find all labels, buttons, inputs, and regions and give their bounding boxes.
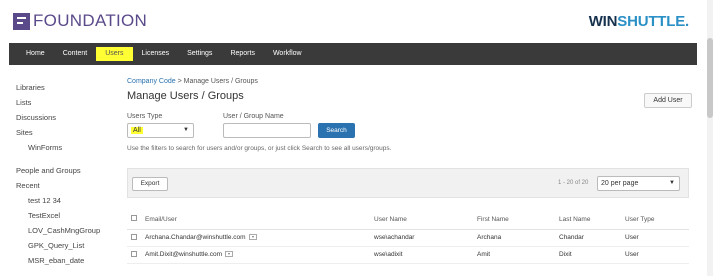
cell-email: Archana.Chandar@winshuttle.com: [145, 229, 374, 247]
sidebar-item-libraries[interactable]: Libraries: [16, 82, 116, 97]
brand-bar: FOUNDATION WINSHUTTLE.: [0, 0, 716, 43]
header-user-name[interactable]: User Name: [374, 210, 477, 230]
cell-first-name: Amit: [477, 246, 559, 264]
add-user-button[interactable]: Add User: [644, 93, 692, 108]
foundation-logo-text: FOUNDATION: [33, 11, 148, 30]
export-button[interactable]: Export: [132, 177, 168, 191]
row-checkbox-cell: [127, 246, 145, 264]
sidebar-item-recent[interactable]: Recent: [16, 180, 116, 195]
sidebar-item-winforms[interactable]: WinForms: [16, 142, 116, 157]
users-type-select[interactable]: All ▼: [127, 123, 194, 138]
filter-panel: Users Type User / Group Name All ▼ Searc…: [127, 113, 692, 143]
page-title: Manage Users / Groups: [127, 90, 244, 102]
user-group-name-label: User / Group Name: [223, 113, 284, 120]
foundation-logo[interactable]: FOUNDATION: [13, 11, 147, 31]
chevron-down-icon: ▼: [183, 127, 189, 133]
cell-user-type: User: [625, 229, 689, 247]
sidebar-item-lists[interactable]: Lists: [16, 97, 116, 112]
pagination-range: 1 - 20 of 20: [558, 180, 589, 186]
breadcrumb-current: > Manage Users / Groups: [175, 78, 258, 85]
cell-username: wse\achandar: [374, 229, 477, 247]
sidebar-recent-item[interactable]: LOV_CashMngGroup: [16, 225, 116, 240]
breadcrumb: Company Code > Manage Users / Groups: [127, 78, 692, 85]
breadcrumb-link-company-code[interactable]: Company Code: [127, 78, 176, 85]
row-menu-icon[interactable]: [225, 251, 234, 258]
nav-content[interactable]: Content: [54, 47, 97, 61]
sidebar-recent-item[interactable]: MSR_eban_date: [16, 255, 116, 270]
header-email-user[interactable]: Email/User: [145, 210, 374, 230]
header-last-name[interactable]: Last Name: [559, 210, 625, 230]
users-type-label: Users Type: [127, 113, 163, 120]
email-text: Amit.Dixit@winshuttle.com: [145, 251, 223, 258]
row-menu-icon[interactable]: [248, 234, 257, 241]
scrollbar-thumb[interactable]: [707, 38, 713, 118]
header-user-type[interactable]: User Type: [625, 210, 689, 230]
row-checkbox[interactable]: [131, 233, 137, 240]
nav-home[interactable]: Home: [17, 47, 54, 61]
sidebar-item-discussions[interactable]: Discussions: [16, 112, 116, 127]
sidebar-item-sites[interactable]: Sites: [16, 127, 116, 142]
filter-hint: Use the filters to search for users and/…: [127, 145, 392, 152]
cell-first-name: Archana: [477, 229, 559, 247]
sidebar-item-people-and-groups[interactable]: People and Groups: [16, 165, 116, 180]
winshuttle-logo: WINSHUTTLE.: [589, 13, 689, 30]
page-scrollbar[interactable]: [707, 0, 713, 276]
sidebar-recent-item[interactable]: GPK_Query_List: [16, 240, 116, 255]
cell-last-name: Dixit: [559, 246, 625, 264]
results-toolbar: Export 1 - 20 of 20 20 per page ▼: [127, 168, 689, 198]
cell-user-type: User: [625, 246, 689, 264]
table-row[interactable]: Amit.Dixit@winshuttle.com wse\adixit Ami…: [127, 246, 689, 264]
nav-workflow[interactable]: Workflow: [264, 47, 311, 61]
winshuttle-logo-shuttle: SHUTTLE: [617, 13, 686, 30]
header-first-name[interactable]: First Name: [477, 210, 559, 230]
sidebar-recent-item[interactable]: TestExcel: [16, 210, 116, 225]
row-checkbox[interactable]: [131, 250, 137, 257]
users-table: Email/User User Name First Name Last Nam…: [127, 210, 689, 264]
foundation-logo-icon: [13, 12, 30, 30]
winshuttle-logo-win: WIN: [588, 13, 618, 30]
cell-email: Amit.Dixit@winshuttle.com: [145, 246, 374, 264]
table-header-row: Email/User User Name First Name Last Nam…: [127, 210, 689, 230]
nav-settings[interactable]: Settings: [178, 47, 221, 61]
email-text: Archana.Chandar@winshuttle.com: [145, 234, 246, 241]
nav-licenses[interactable]: Licenses: [133, 47, 179, 61]
top-nav: Home Content Users Licenses Settings Rep…: [9, 43, 697, 65]
nav-users[interactable]: Users: [96, 47, 133, 61]
nav-reports[interactable]: Reports: [221, 47, 264, 61]
search-button[interactable]: Search: [318, 123, 355, 138]
cell-username: wse\adixit: [374, 246, 477, 264]
winshuttle-logo-dot: .: [685, 13, 689, 30]
per-page-value: 20 per page: [601, 180, 639, 187]
select-all-cell: [127, 210, 145, 230]
user-group-name-input[interactable]: [223, 123, 311, 138]
chevron-down-icon: ▼: [669, 180, 675, 186]
table-row[interactable]: Archana.Chandar@winshuttle.com wse\achan…: [127, 229, 689, 247]
users-type-selected-value: All: [131, 127, 143, 134]
per-page-select[interactable]: 20 per page ▼: [597, 176, 680, 191]
main-content: Company Code > Manage Users / Groups Man…: [127, 78, 692, 264]
sidebar-recent-item[interactable]: test 12 34: [16, 195, 116, 210]
row-checkbox-cell: [127, 229, 145, 247]
sidebar: Libraries Lists Discussions Sites WinFor…: [16, 82, 116, 270]
cell-last-name: Chandar: [559, 229, 625, 247]
select-all-checkbox[interactable]: [131, 215, 137, 222]
